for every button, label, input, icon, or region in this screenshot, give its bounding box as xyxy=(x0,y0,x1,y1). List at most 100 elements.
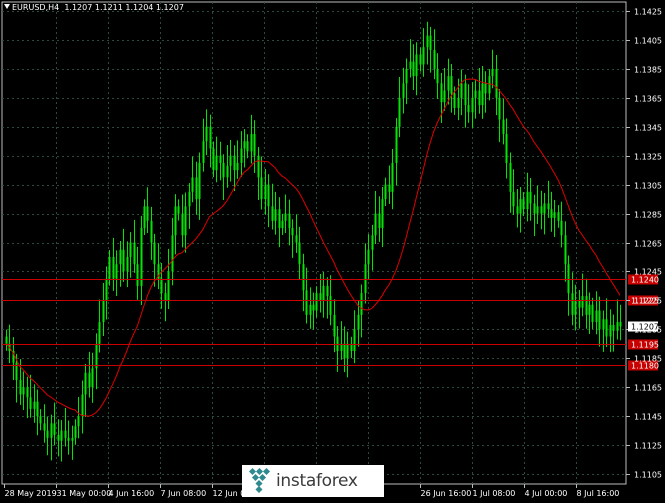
symbol-title: EURUSD,H4 1.1207 1.1211 1.1204 1.1207 xyxy=(4,3,184,12)
price-tick-label: 1.1405 xyxy=(634,37,662,46)
candle-body xyxy=(174,206,177,236)
candle-body xyxy=(598,310,601,330)
candle-body xyxy=(215,155,218,171)
candle-body xyxy=(253,133,256,156)
candle-body xyxy=(412,61,415,77)
candle-body xyxy=(57,434,60,441)
candle-body xyxy=(405,68,408,84)
collapse-triangle-icon xyxy=(4,4,10,9)
time-tick-label: 31 May 00:00 xyxy=(57,489,112,498)
candle-body xyxy=(202,141,205,163)
candle-body xyxy=(257,155,260,178)
time-tick-label: 4 Jul 00:00 xyxy=(525,489,568,498)
candle-body xyxy=(426,35,429,48)
candle-body xyxy=(602,319,605,330)
watermark-text: instaforex xyxy=(276,471,358,491)
candle-body xyxy=(391,162,394,192)
candle-body xyxy=(588,304,591,315)
candle-body xyxy=(429,35,432,51)
candle-body xyxy=(60,430,63,441)
candle-body xyxy=(457,97,460,108)
candle-body xyxy=(177,206,180,214)
candle-body xyxy=(150,220,153,243)
candle-body xyxy=(585,296,588,315)
price-axis: 1.1425 1.1405 1.1385 1.1365 1.1345 1.1325 1.13… xyxy=(626,8,662,480)
candle-body xyxy=(453,93,456,108)
candle-body xyxy=(360,293,363,315)
price-tick-label: 1.1165 xyxy=(634,384,662,393)
candle-body xyxy=(571,293,574,315)
candles xyxy=(5,21,622,462)
candle-body xyxy=(281,220,284,229)
candle-body xyxy=(329,296,332,315)
candle-body xyxy=(343,343,346,359)
candle-body xyxy=(222,162,225,178)
grid xyxy=(1,1,627,485)
price-tick-label: 1.1125 xyxy=(634,442,662,451)
candle-body xyxy=(95,343,98,369)
chart-window[interactable]: 1.1240 1.1225 1.1195 1.1180 1.1425 1.1405 1.1… xyxy=(0,0,665,499)
price-tick-label: 1.1305 xyxy=(634,182,662,191)
candle-body xyxy=(605,319,608,337)
candle-body xyxy=(212,148,215,171)
candle-body xyxy=(264,184,267,200)
instaforex-logo-icon xyxy=(242,465,276,497)
candle-body xyxy=(419,54,422,65)
candle-body xyxy=(536,206,539,214)
candle-body xyxy=(547,203,550,210)
candle-body xyxy=(188,191,191,207)
candle-body xyxy=(29,397,32,409)
candle-body xyxy=(243,141,246,149)
candle-body xyxy=(616,322,619,331)
ohlc-readout: 1.1207 1.1211 1.1204 1.1207 xyxy=(64,3,184,12)
candle-body xyxy=(288,213,291,229)
watermark: instaforex xyxy=(242,465,384,497)
price-tick-label: 1.1105 xyxy=(634,471,662,480)
candle-body xyxy=(384,184,387,200)
candle-body xyxy=(526,191,529,210)
candle-body xyxy=(388,184,391,192)
candle-body xyxy=(84,372,87,395)
candle-body xyxy=(309,304,312,315)
candle-body xyxy=(478,90,481,106)
candle-body xyxy=(540,206,543,214)
candle-body xyxy=(436,68,439,84)
candle-body xyxy=(205,126,208,142)
candle-body xyxy=(467,105,470,113)
candle-body xyxy=(481,83,484,106)
candle-body xyxy=(246,141,249,152)
price-tick-label: 1.1345 xyxy=(634,124,662,133)
candle-body xyxy=(136,264,139,286)
time-tick-label: 1 Jul 08:00 xyxy=(473,489,516,498)
candle-body xyxy=(129,242,132,257)
candle-body xyxy=(43,423,46,431)
candle-body xyxy=(543,203,546,214)
candle-body xyxy=(278,209,281,229)
candle-body xyxy=(115,264,118,279)
candle-body xyxy=(133,242,136,265)
candle-body xyxy=(74,426,77,438)
candle-body xyxy=(112,256,115,279)
candle-body xyxy=(305,290,308,315)
candle-body xyxy=(295,235,298,243)
candle-body xyxy=(578,300,581,308)
candle-body xyxy=(333,314,336,337)
level-label: 1.1195 xyxy=(631,341,659,350)
time-tick-label: 8 Jul 16:00 xyxy=(577,489,620,498)
candle-body xyxy=(291,228,294,236)
price-tick-label: 1.1365 xyxy=(634,95,662,104)
candle-body xyxy=(488,76,491,94)
candle-body xyxy=(240,148,243,163)
candle-body xyxy=(64,430,67,438)
candle-body xyxy=(433,50,436,69)
level-label: 1.1240 xyxy=(631,276,659,285)
candle-body xyxy=(229,155,232,166)
chart-canvas[interactable]: 1.12401.12251.11951.1180 1.14251.14051.1… xyxy=(0,0,665,499)
candle-body xyxy=(498,97,501,120)
candle-body xyxy=(33,401,36,409)
candle-body xyxy=(5,336,8,344)
candle-body xyxy=(381,199,384,229)
candle-body xyxy=(402,83,405,98)
candle-body xyxy=(471,97,474,113)
candle-body xyxy=(550,209,553,218)
